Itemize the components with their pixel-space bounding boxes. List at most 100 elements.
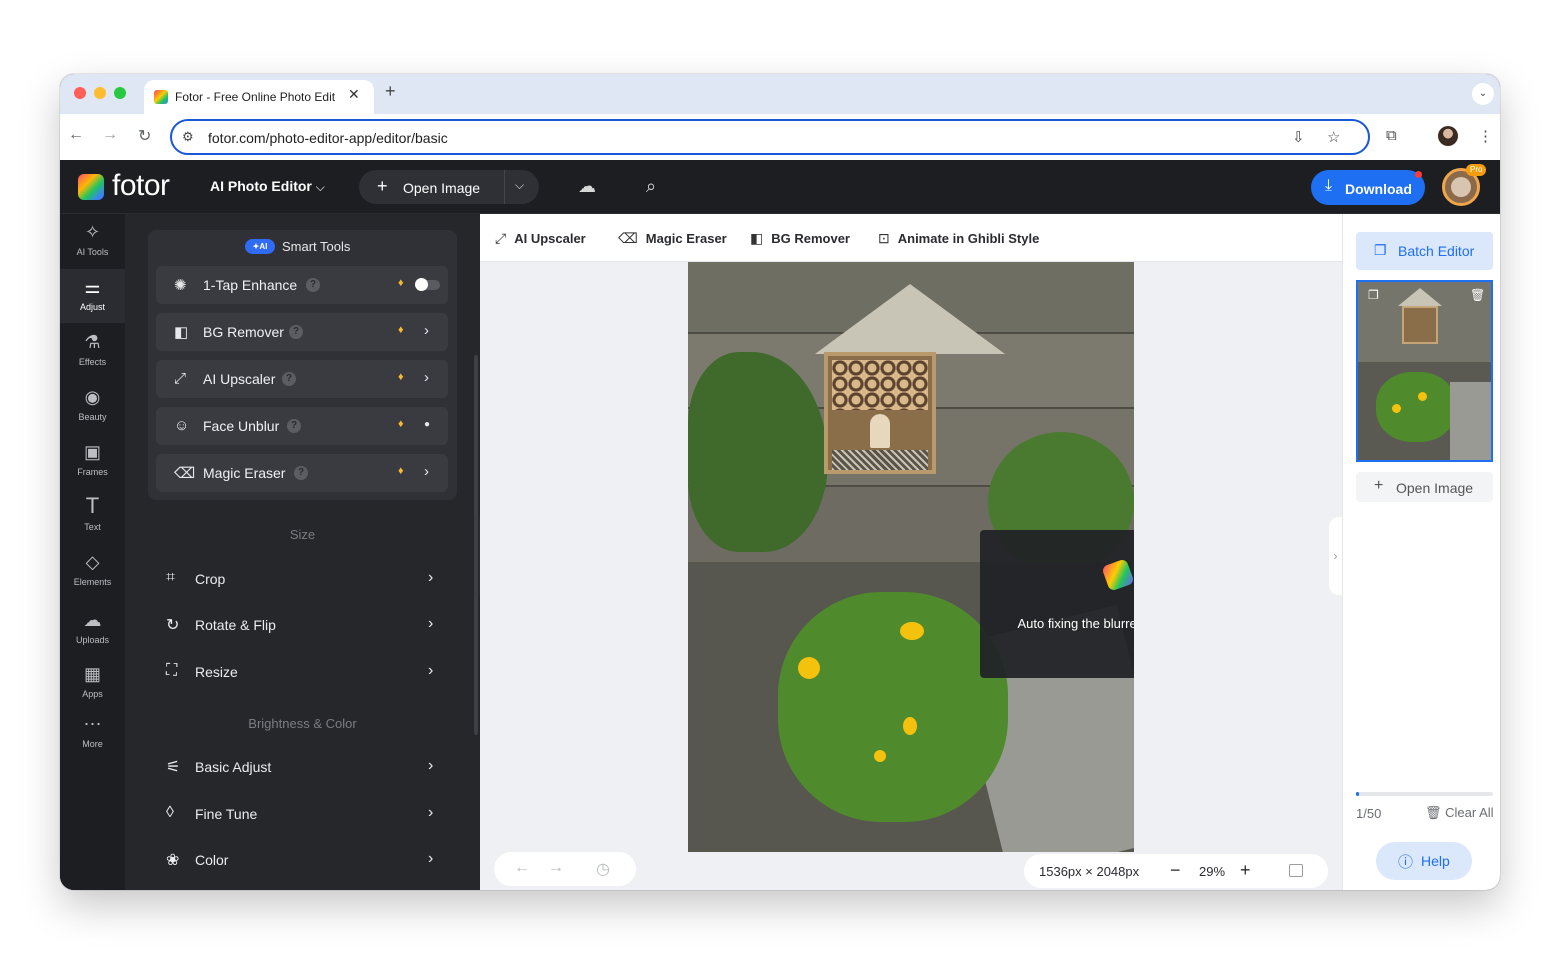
rail-item-uploads[interactable]: ☁ Uploads [60,602,125,656]
list-row-rotate-flip[interactable]: ↻ Rotate & Flip › [160,610,450,640]
minimize-window-dot[interactable] [94,87,106,99]
maximize-window-dot[interactable] [114,87,126,99]
cloud-icon[interactable]: ☁ [578,176,596,197]
rail-item-frames[interactable]: ▣ Frames [60,434,125,488]
rail-item-adjust[interactable]: ⚌ Adjust [60,269,125,323]
edited-photo[interactable]: Auto fixing the blurred areas... 24% [688,262,1134,852]
browser-menu-icon[interactable]: ⋮ [1478,127,1493,145]
rail-item-text[interactable]: T Text [60,489,125,543]
undo-icon[interactable]: ← [514,859,530,877]
batch-editor-button[interactable]: ❐ Batch Editor [1356,232,1493,270]
quick-tools-bar: ⤢ AI Upscaler ⌫ Magic Eraser ◧ BG Remover ⊡… [480,214,1342,262]
list-row-crop[interactable]: ⌗ Crop › [160,564,450,594]
tool-row-1-tap-enhance[interactable]: ✺ 1-Tap Enhance ? ♦ [156,266,448,304]
install-app-icon[interactable]: ⇩ [1292,128,1305,146]
progress-dialog: Auto fixing the blurred areas... 24% [980,530,1134,678]
premium-gem-icon: ♦ [398,324,404,336]
rail-label: Uploads [75,635,110,645]
loading-dot-icon: ● [424,419,431,430]
help-icon[interactable]: ? [289,325,303,339]
quick-tool-bg-remover[interactable]: ◧ BG Remover [750,230,850,247]
image-thumbnail[interactable]: ❐ 🗑 [1356,280,1493,462]
tool-row-ai-upscaler[interactable]: ⤢ AI Upscaler ? ♦ › [156,360,448,398]
trash-icon[interactable]: 🗑 [1470,288,1485,302]
browser-toolbar: ← → ↻ ⚙ fotor.com/photo-editor-app/edito… [60,114,1500,160]
upscale-icon: ⤢ [495,230,507,246]
batch-progress-bar [1356,792,1493,796]
adjust-panel: ✦AI Smart Tools ✺ 1-Tap Enhance ? ♦ ◧ BG… [125,214,480,890]
tool-row-face-unblur[interactable]: ☺ Face Unblur ? ♦ ● [156,407,448,445]
reload-icon[interactable]: ↻ [138,126,151,146]
zoom-level[interactable]: 29% [1199,864,1225,879]
mode-selector[interactable]: AI Photo Editor ⌵ [210,178,325,195]
quick-tool-label: Animate in Ghibli Style [897,231,1040,246]
rail-item-effects[interactable]: ⚗ Effects [60,324,125,378]
redo-icon[interactable]: → [548,859,564,877]
tab-search-chevron-icon[interactable]: ⌄ [1472,83,1494,105]
address-bar[interactable]: ⚙ fotor.com/photo-editor-app/editor/basi… [170,119,1370,155]
question-circle-icon: ⓘ [1398,854,1414,871]
rail-item-ai-tools[interactable]: ✧ AI Tools [60,214,125,268]
add-image-button[interactable]: + Open Image [1356,472,1493,502]
close-tab-icon[interactable]: ✕ [348,86,360,103]
expand-right-panel-handle[interactable]: › [1329,517,1342,595]
plus-icon: + [1374,477,1384,494]
quick-tool-animate-ghibli[interactable]: ⊡ Animate in Ghibli Style [878,230,1039,247]
list-row-basic-adjust[interactable]: ⚟ Basic Adjust › [160,752,450,782]
help-icon[interactable]: ? [294,466,308,480]
thumb-roof [1398,288,1442,306]
chevron-right-icon: › [424,322,429,339]
premium-gem-icon: ♦ [398,371,404,383]
help-icon[interactable]: ? [282,372,296,386]
zoom-bar: 1536px × 2048px − 29% + [1024,854,1328,888]
rail-item-beauty[interactable]: ◉ Beauty [60,379,125,433]
tool-row-magic-eraser[interactable]: ⌫ Magic Eraser ? ♦ › [156,454,448,492]
fotor-logo[interactable]: fotor [112,169,170,203]
browser-tab[interactable]: Fotor - Free Online Photo Edit ✕ [144,80,374,114]
photo-flower [900,622,924,640]
open-image-dropdown-icon[interactable]: ⌵ [515,178,524,193]
panel-scrollbar[interactable] [474,355,478,735]
zoom-out-button[interactable]: − [1170,860,1181,881]
extensions-puzzle-icon[interactable]: ⧉ [1386,127,1397,144]
back-arrow-icon[interactable]: ← [68,126,84,144]
site-settings-icon[interactable]: ⚙ [182,129,194,145]
new-tab-button[interactable]: + [385,81,396,102]
tool-row-bg-remover[interactable]: ◧ BG Remover ? ♦ › [156,313,448,351]
upscale-icon: ⤢ [174,370,187,387]
help-icon[interactable]: ? [306,278,320,292]
forward-arrow-icon[interactable]: → [102,126,118,144]
rail-item-elements[interactable]: ◇ Elements [60,544,125,598]
history-icon[interactable]: ◷ [596,859,610,879]
rail-item-more[interactable]: ⋯ More [60,706,125,760]
zoom-in-button[interactable]: + [1240,860,1251,881]
tool-label: Magic Eraser [203,465,286,481]
rail-label: Text [84,522,101,532]
thumb-plant [1376,372,1456,442]
list-row-fine-tune[interactable]: ◊ Fine Tune › [160,799,450,829]
search-icon[interactable]: ⌕ [646,176,656,197]
enhance-toggle[interactable] [415,278,440,291]
url-text[interactable]: fotor.com/photo-editor-app/editor/basic [208,130,448,146]
close-window-dot[interactable] [74,87,86,99]
quick-tool-ai-upscaler[interactable]: ⤢ AI Upscaler [495,230,586,247]
batch-progress-fill [1356,792,1359,796]
rail-item-apps[interactable]: ▦ Apps [60,656,125,710]
thumb-flower [1392,404,1401,413]
open-image-button[interactable]: + Open Image ⌵ [359,170,539,204]
download-button[interactable]: ⤓ Download [1311,170,1425,205]
help-icon[interactable]: ? [287,419,301,433]
enhance-icon: ✺ [174,277,187,294]
list-row-resize[interactable]: ⛶ Resize › [160,657,450,687]
add-image-label: Open Image [1396,480,1474,496]
compare-icon[interactable] [1289,864,1303,877]
quick-tool-magic-eraser[interactable]: ⌫ Magic Eraser [618,230,727,247]
bookmark-star-icon[interactable]: ☆ [1327,128,1340,146]
list-row-color[interactable]: ❀ Color › [160,845,450,875]
browser-profile-avatar[interactable] [1438,126,1458,146]
flask-icon: ⚗ [84,332,101,352]
clear-all-button[interactable]: 🗑 Clear All [1425,805,1494,821]
help-label: Help [1421,853,1450,869]
help-button[interactable]: ⓘ Help [1376,842,1472,880]
layers-icon[interactable]: ❐ [1368,288,1379,302]
